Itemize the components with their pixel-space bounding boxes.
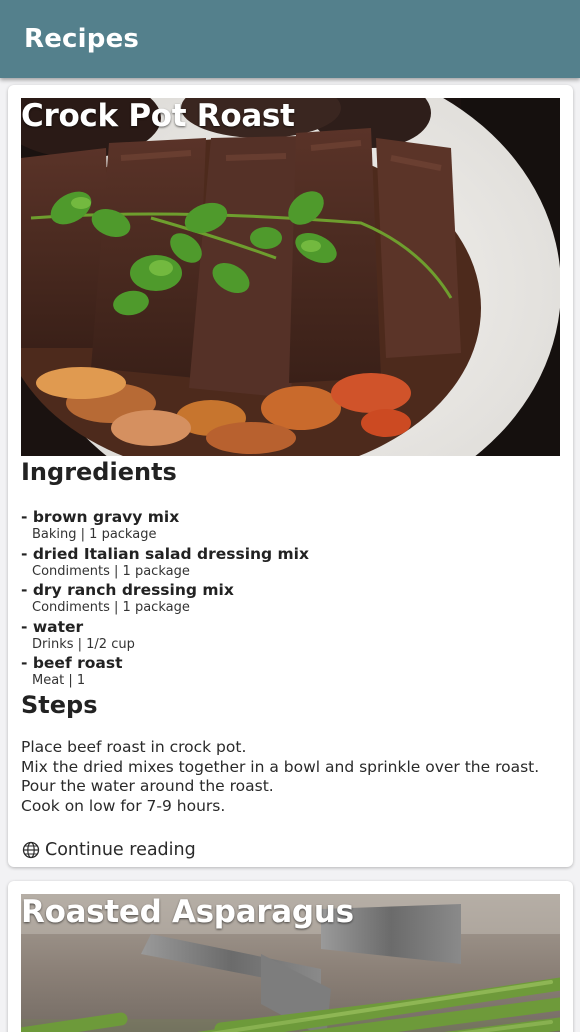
steps-heading: Steps xyxy=(21,691,98,719)
ingredient-item: - brown gravy mix Baking | 1 package xyxy=(21,508,551,545)
recipe-card: Crock Pot Roast Ingredients - brown grav… xyxy=(8,85,573,867)
ingredient-item: - water Drinks | 1/2 cup xyxy=(21,618,551,655)
recipe-title: Crock Pot Roast xyxy=(21,98,295,134)
ingredient-name: - brown gravy mix xyxy=(21,508,180,526)
continue-reading-link[interactable]: Continue reading xyxy=(22,840,196,860)
step-item: Place beef roast in crock pot. xyxy=(21,738,247,756)
ingredient-meta: Condiments | 1 package xyxy=(32,563,190,579)
recipe-card: Roasted Asparagus xyxy=(8,881,573,1032)
step-item: Mix the dried mixes together in a bowl a… xyxy=(21,757,540,776)
continue-reading-label: Continue reading xyxy=(45,840,196,860)
ingredient-name: - dry ranch dressing mix xyxy=(21,581,234,599)
roast-image xyxy=(21,98,560,456)
ingredient-item: - dried Italian salad dressing mix Condi… xyxy=(21,545,551,582)
step-item: Pour the water around the roast. xyxy=(21,777,274,796)
app-bar: Recipes xyxy=(0,0,580,78)
ingredient-meta: Condiments | 1 package xyxy=(32,600,190,615)
recipe-list[interactable]: Crock Pot Roast Ingredients - brown grav… xyxy=(0,78,580,1032)
ingredient-name: - water xyxy=(21,617,84,636)
ingredient-item: - dry ranch dressing mix Condiments | 1 … xyxy=(21,581,551,618)
recipe-image: Roasted Asparagus xyxy=(21,894,560,1032)
ingredient-meta: Drinks | 1/2 cup xyxy=(32,636,135,652)
ingredients-heading: Ingredients xyxy=(21,458,177,486)
ingredients-list: - brown gravy mix Baking | 1 package - d… xyxy=(21,508,551,691)
ingredient-meta: Baking | 1 package xyxy=(32,527,157,542)
app-title: Recipes xyxy=(24,24,140,54)
steps-list: Place beef roast in crock pot. Mix the d… xyxy=(21,738,561,817)
ingredient-name: - dried Italian salad dressing mix xyxy=(21,544,309,563)
step-item: Cook on low for 7-9 hours. xyxy=(21,797,226,816)
ingredient-meta: Meat | 1 xyxy=(32,673,86,688)
recipe-title: Roasted Asparagus xyxy=(21,894,354,930)
ingredient-item: - beef roast Meat | 1 xyxy=(21,654,551,691)
globe-icon xyxy=(22,841,40,859)
recipe-image: Crock Pot Roast xyxy=(21,98,560,456)
ingredient-name: - beef roast xyxy=(21,654,123,672)
